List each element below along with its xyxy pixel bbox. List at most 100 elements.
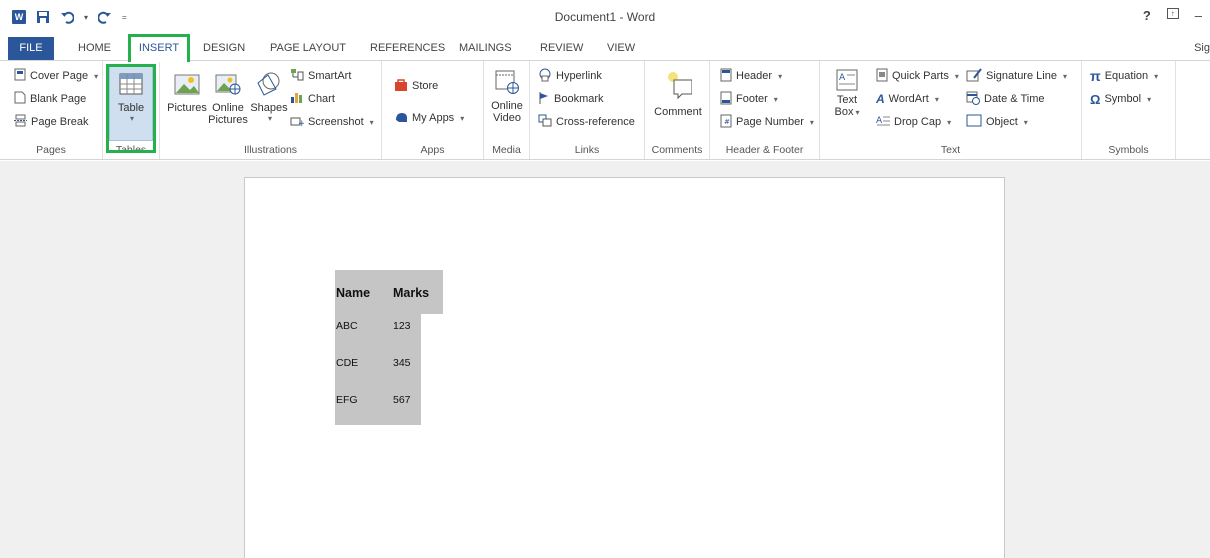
wordart-button[interactable]: A WordArt ▾: [876, 90, 939, 108]
tab-signed-in-user[interactable]: Sig: [1194, 38, 1210, 60]
pictures-button[interactable]: Pictures: [166, 69, 208, 114]
quick-parts-label: Quick Parts: [892, 70, 949, 82]
symbol-button[interactable]: Ω Symbol ▾: [1090, 90, 1151, 108]
minimize-icon[interactable]: –: [1195, 8, 1202, 23]
window-controls: ? ↑ –: [1143, 8, 1202, 23]
online-pictures-label-2: Pictures: [208, 114, 248, 126]
bookmark-label: Bookmark: [554, 93, 604, 105]
hyperlink-icon: [538, 68, 552, 85]
title-bar: W ▾ = Document1 - Word ? ↑ –: [0, 0, 1210, 34]
object-button[interactable]: Object ▾: [966, 113, 1028, 131]
date-time-label: Date & Time: [984, 93, 1045, 105]
comment-icon: [664, 67, 692, 103]
my-apps-label: My Apps: [412, 112, 455, 124]
chevron-down-icon: ▾: [947, 117, 952, 127]
symbol-label: Symbol: [1104, 93, 1142, 105]
table-row: EFG 567: [335, 388, 443, 425]
tab-mailings[interactable]: MAILINGS: [459, 38, 512, 60]
chart-label: Chart: [308, 93, 335, 105]
footer-button[interactable]: Footer ▾: [720, 90, 778, 108]
blank-page-icon: [14, 91, 26, 107]
chart-button[interactable]: Chart: [290, 90, 335, 108]
table-cell[interactable]: EFG: [335, 388, 388, 425]
online-video-button[interactable]: Online Video: [486, 67, 528, 124]
object-label: Object: [986, 116, 1018, 128]
online-pictures-button[interactable]: Online Pictures: [206, 69, 250, 126]
shapes-label: Shapes: [250, 102, 288, 114]
page-break-label: Page Break: [31, 116, 89, 128]
bookmark-button[interactable]: Bookmark: [538, 90, 604, 108]
drop-cap-label: Drop Cap: [894, 116, 942, 128]
drop-cap-button[interactable]: A Drop Cap ▾: [876, 113, 951, 131]
tab-home[interactable]: HOME: [78, 38, 111, 60]
date-time-icon: [966, 91, 980, 108]
header-button[interactable]: Header ▾: [720, 67, 782, 85]
page-break-button[interactable]: Page Break: [14, 113, 88, 131]
cross-reference-button[interactable]: Cross-reference: [538, 113, 635, 131]
group-pages: Cover Page ▾ Blank Page Page Break Pages: [0, 61, 103, 159]
svg-text:A: A: [839, 73, 846, 83]
blank-page-label: Blank Page: [30, 93, 87, 105]
screenshot-button[interactable]: + Screenshot ▾: [290, 113, 374, 131]
cross-reference-label: Cross-reference: [556, 116, 635, 128]
comment-button[interactable]: Comment: [649, 67, 707, 118]
chevron-down-icon: ▾: [129, 114, 134, 123]
my-apps-icon: [394, 110, 408, 127]
table-cell[interactable]: ABC: [335, 314, 388, 351]
quick-parts-icon: [876, 68, 888, 85]
group-label-apps: Apps: [420, 144, 445, 156]
signature-line-button[interactable]: Signature Line ▾: [966, 67, 1067, 85]
table-button[interactable]: Table ▾: [112, 69, 150, 123]
table-cell[interactable]: 345: [388, 351, 421, 388]
my-apps-button[interactable]: My Apps ▾: [394, 109, 464, 127]
tab-file[interactable]: FILE: [8, 37, 54, 60]
date-time-button[interactable]: Date & Time: [966, 90, 1045, 108]
group-links: Hyperlink Bookmark Cross-reference Links: [530, 61, 645, 159]
ribbon-display-options-icon[interactable]: ↑: [1166, 8, 1179, 19]
group-label-tables: Tables: [115, 144, 147, 156]
hyperlink-button[interactable]: Hyperlink: [538, 67, 602, 85]
quick-parts-button[interactable]: Quick Parts ▾: [876, 67, 959, 85]
cover-page-icon: [14, 68, 26, 84]
table-label: Table: [117, 102, 145, 114]
table-cell[interactable]: CDE: [335, 351, 388, 388]
signature-line-label: Signature Line: [986, 70, 1057, 82]
object-icon: [966, 114, 982, 130]
cover-page-button[interactable]: Cover Page ▾: [14, 67, 98, 85]
hyperlink-label: Hyperlink: [556, 70, 602, 82]
shapes-button[interactable]: Shapes ▾: [248, 69, 290, 123]
tab-design[interactable]: DESIGN: [203, 38, 245, 60]
group-label-pages: Pages: [36, 144, 66, 156]
table-header-row: Name Marks: [335, 270, 443, 314]
blank-page-button[interactable]: Blank Page: [14, 90, 86, 108]
smartart-button[interactable]: SmartArt: [290, 67, 351, 85]
chevron-down-icon: ▾: [267, 114, 272, 123]
group-text: A Text Box ▾ Quick Parts ▾ A WordArt ▾ A Dr…: [820, 61, 1082, 159]
table-header-cell[interactable]: Name: [335, 270, 388, 314]
tab-page-layout[interactable]: PAGE LAYOUT: [270, 38, 346, 60]
tab-review[interactable]: REVIEW: [540, 38, 583, 60]
table-cell[interactable]: 567: [388, 388, 421, 425]
tab-view[interactable]: VIEW: [607, 38, 635, 60]
store-button[interactable]: Store: [394, 77, 438, 95]
equation-button[interactable]: π Equation ▾: [1090, 67, 1158, 85]
table-header-cell[interactable]: Marks: [388, 270, 443, 314]
table-row: CDE 345: [335, 351, 443, 388]
group-apps: Store My Apps ▾ Apps: [382, 61, 484, 159]
comment-label: Comment: [654, 106, 702, 118]
help-icon[interactable]: ?: [1143, 8, 1151, 23]
group-label-header-footer: Header & Footer: [725, 144, 804, 156]
omega-icon: Ω: [1090, 91, 1101, 107]
group-label-comments: Comments: [651, 144, 703, 156]
wordart-label: WordArt: [888, 93, 929, 105]
document-table[interactable]: Name Marks ABC 123 CDE 345 EFG 567: [335, 270, 443, 425]
page-number-button[interactable]: # Page Number ▾: [720, 113, 814, 131]
page-break-icon: [14, 114, 27, 130]
text-box-button[interactable]: A Text Box ▾: [830, 69, 864, 118]
document-page[interactable]: Name Marks ABC 123 CDE 345 EFG 567: [244, 177, 1005, 558]
document-canvas: Name Marks ABC 123 CDE 345 EFG 567: [0, 161, 1210, 558]
tab-insert[interactable]: INSERT: [128, 34, 190, 62]
group-media: Online Video Media: [484, 61, 530, 159]
tab-references[interactable]: REFERENCES: [370, 38, 445, 60]
table-cell[interactable]: 123: [388, 314, 421, 351]
